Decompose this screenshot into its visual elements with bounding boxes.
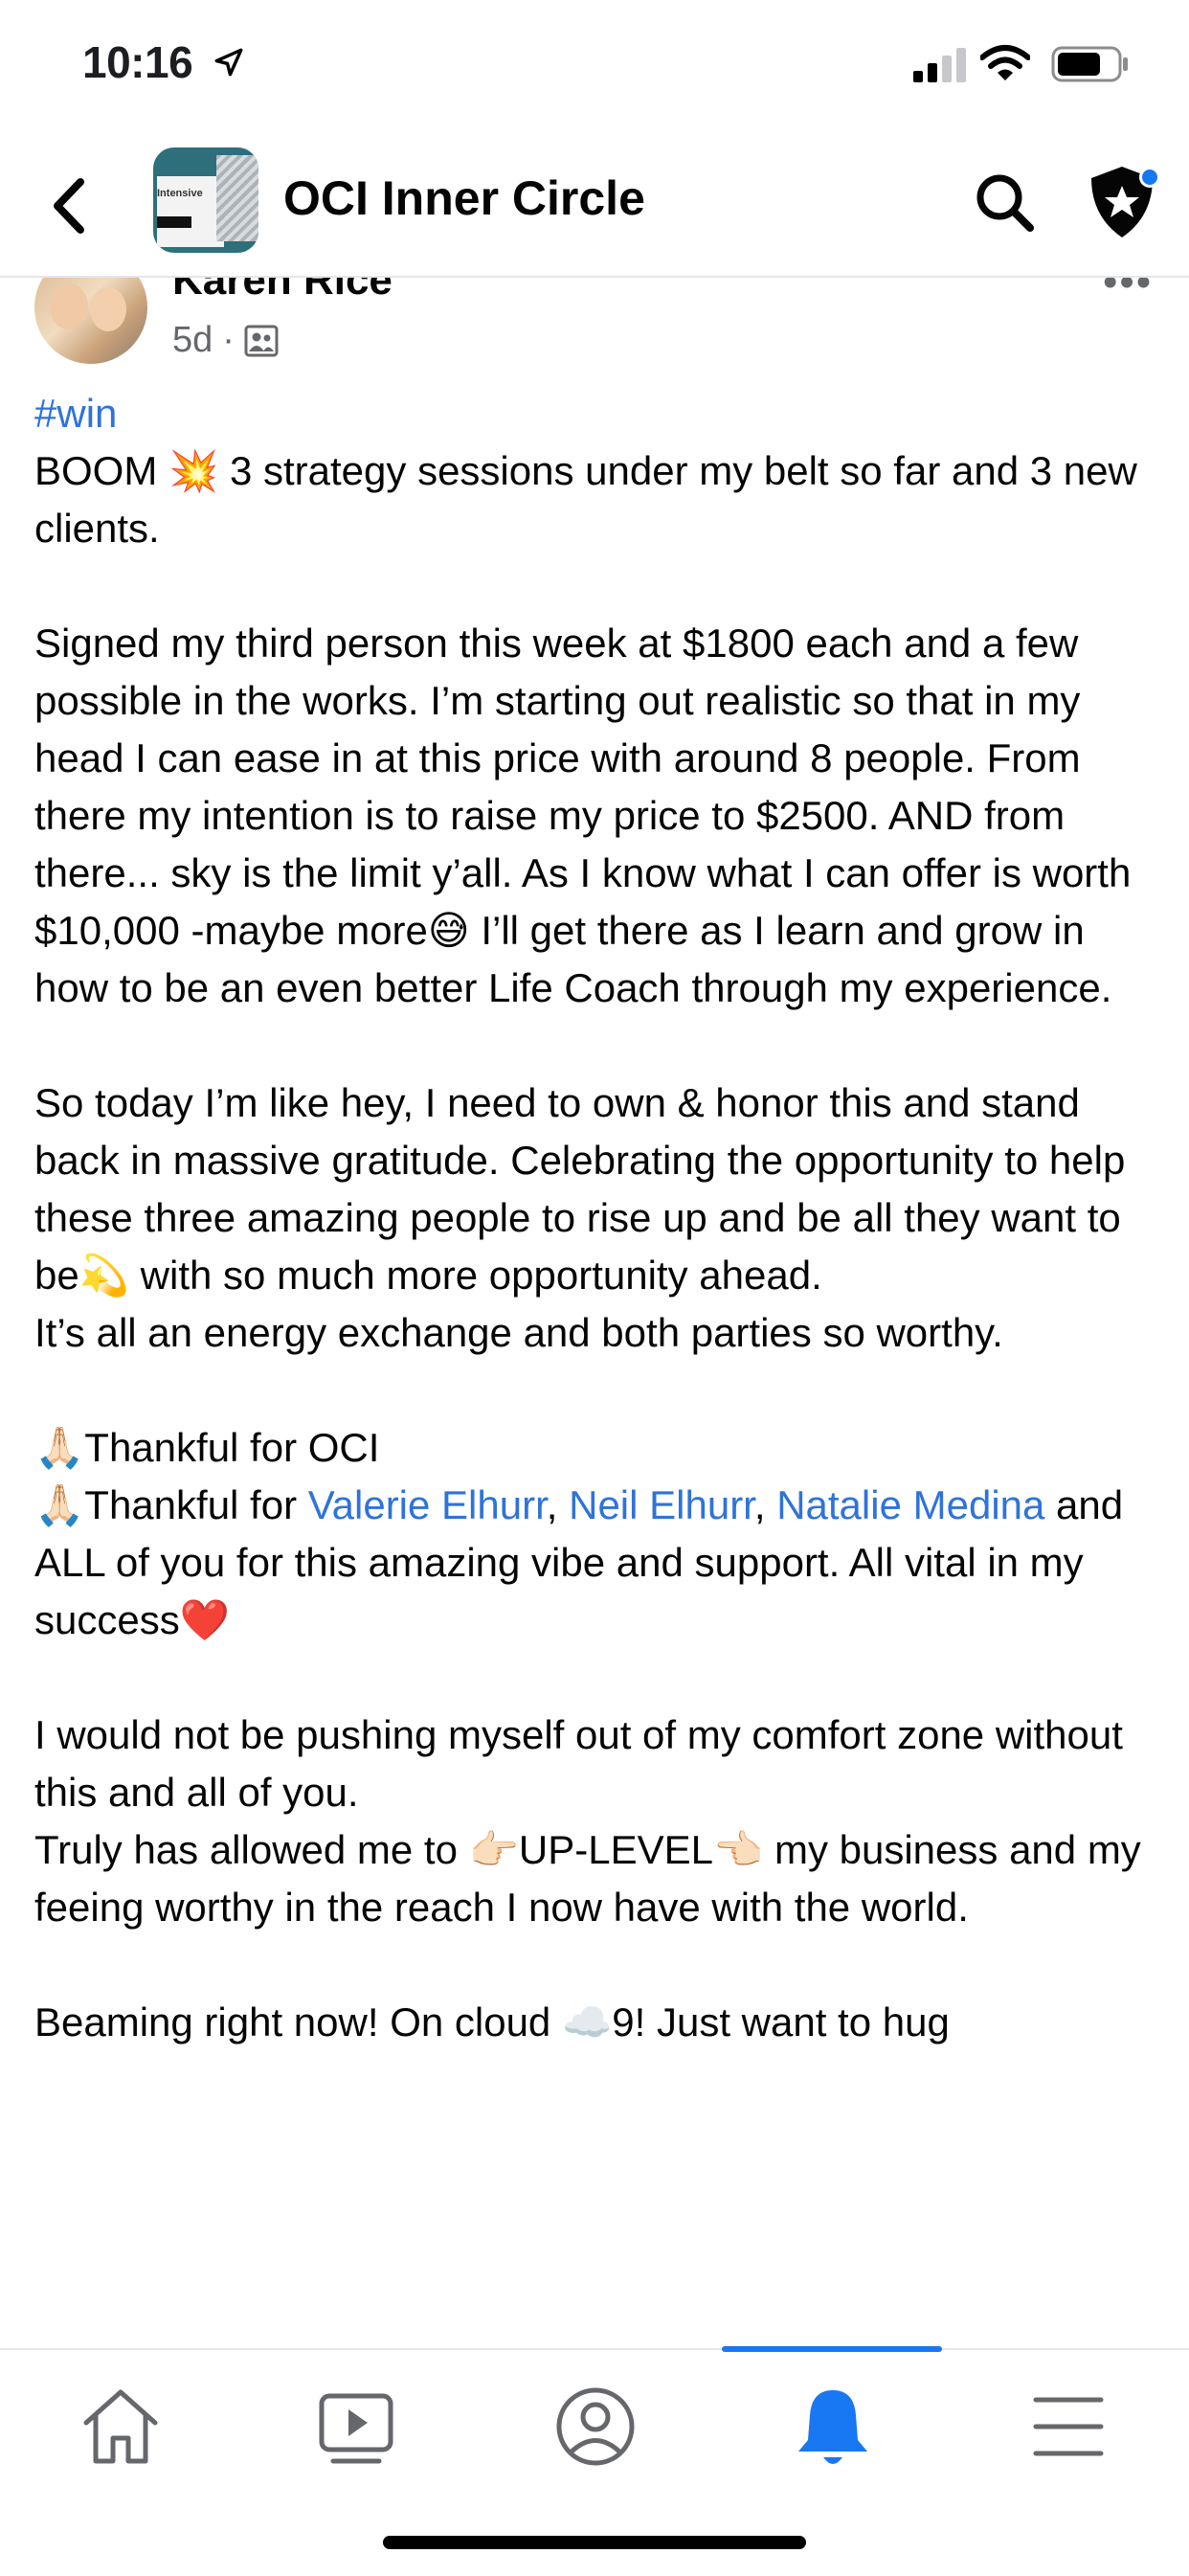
video-icon[interactable] <box>310 2381 402 2473</box>
wifi-icon <box>980 45 1030 80</box>
post-paragraph: It’s all an energy exchange and both par… <box>34 1310 1003 1355</box>
notification-dot <box>1139 167 1160 188</box>
post-paragraph: Truly has allowed me to 👉🏻UP-LEVEL👈🏻 my … <box>34 1827 1141 1930</box>
post-paragraph: 🙏🏻Thankful for Valerie Elhurr, Neil Elhu… <box>34 1477 1164 1649</box>
mention-separator: , <box>546 1482 570 1527</box>
group-header: Intensive OCI Inner Circle <box>0 134 1189 278</box>
post-body: #win BOOM 💥 3 strategy sessions under my… <box>34 385 1164 2051</box>
group-avatar-label: Intensive <box>157 188 203 199</box>
status-bar: 10:16 <box>0 0 1189 134</box>
post-paragraph: Beaming right now! On cloud ☁️9! Just wa… <box>34 2000 950 2045</box>
active-tab-indicator <box>722 2346 942 2352</box>
post-paragraph: BOOM 💥 3 strategy sessions under my belt… <box>34 448 1137 551</box>
post-age[interactable]: 5d <box>172 320 213 361</box>
battery-icon <box>1051 46 1128 82</box>
post-paragraph: I would not be pushing myself out of my … <box>34 1712 1123 1815</box>
status-time: 10:16 <box>82 37 193 87</box>
search-icon[interactable] <box>973 170 1038 236</box>
private-group-icon <box>244 325 279 356</box>
mention-separator: , <box>753 1482 777 1527</box>
mention-link[interactable]: Neil Elhurr <box>569 1482 754 1527</box>
post-paragraph: 🙏🏻Thankful for OCI <box>34 1425 380 1470</box>
menu-icon[interactable] <box>1022 2381 1114 2473</box>
mention-link[interactable]: Natalie Medina <box>776 1482 1044 1527</box>
notifications-icon[interactable] <box>787 2381 879 2473</box>
location-arrow-icon <box>214 48 243 77</box>
cellular-signal-icon <box>913 48 966 82</box>
group-avatar[interactable]: Intensive <box>153 147 258 253</box>
hashtag-link[interactable]: #win <box>34 391 117 436</box>
home-indicator <box>383 2536 806 2549</box>
meta-separator: · <box>222 320 235 360</box>
mention-link[interactable]: Valerie Elhurr <box>308 1482 547 1527</box>
post-meta: 5d · <box>172 320 279 361</box>
home-icon[interactable] <box>75 2381 167 2473</box>
profile-icon[interactable] <box>550 2381 641 2473</box>
back-button[interactable] <box>46 172 94 239</box>
thanks-prefix: 🙏🏻Thankful for <box>34 1482 308 1527</box>
post-paragraph: So today I’m like hey, I need to own & h… <box>34 1080 1126 1298</box>
group-title[interactable]: OCI Inner Circle <box>283 170 645 226</box>
post-paragraph: Signed my third person this week at $180… <box>34 621 1132 1010</box>
